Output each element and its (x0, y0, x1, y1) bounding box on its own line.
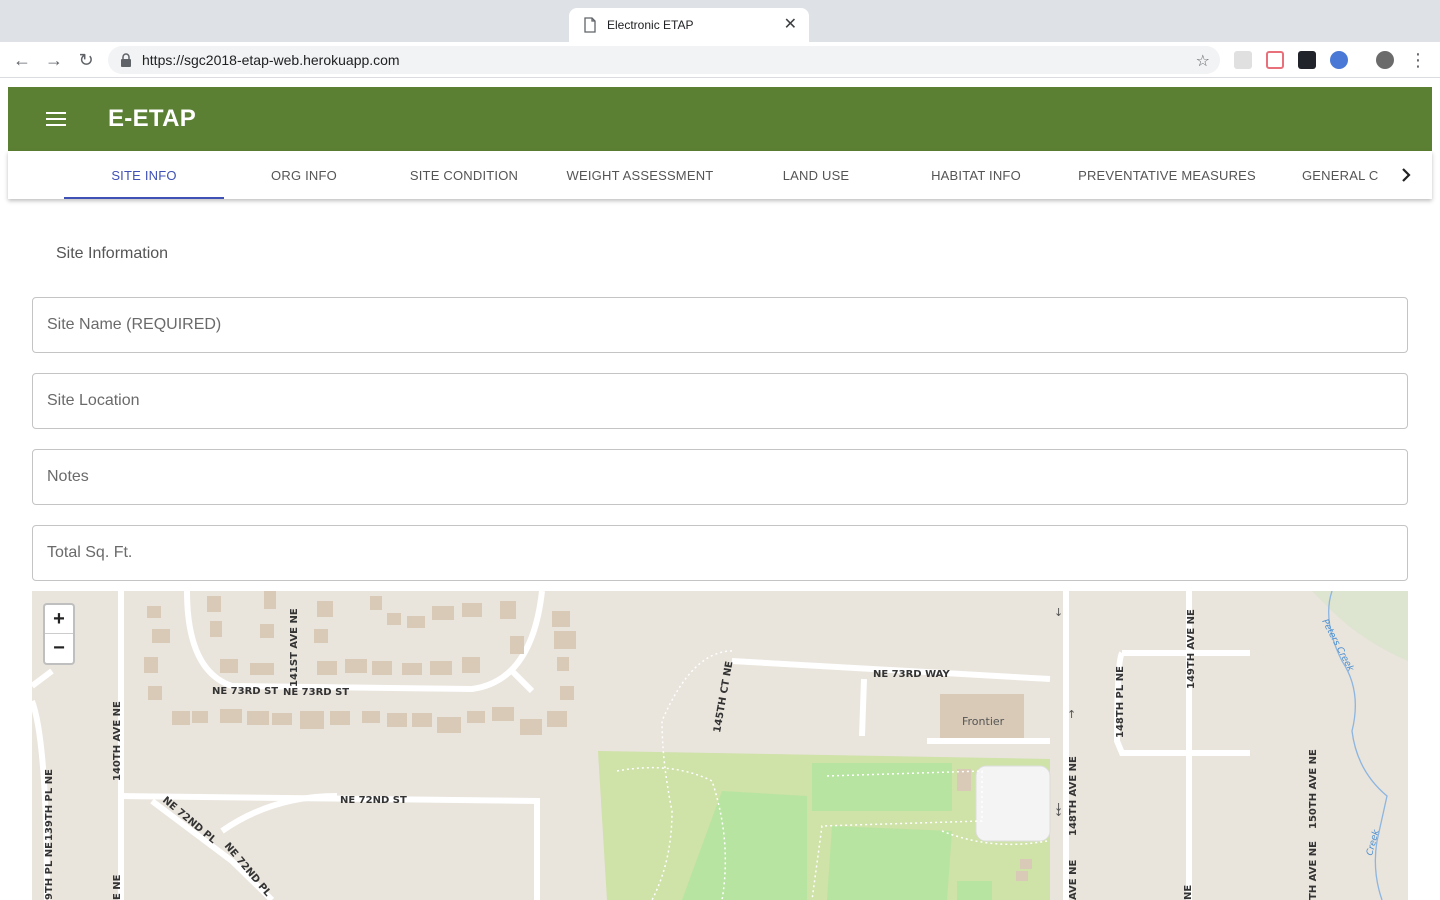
parking-lot (975, 765, 1051, 842)
back-icon[interactable]: ← (12, 50, 32, 70)
extension-icon[interactable] (1330, 51, 1348, 69)
oneway-arrow: ↓ (1054, 606, 1063, 619)
section-tabs: SITE INFO ORG INFO SITE CONDITION WEIGHT… (8, 151, 1432, 199)
avatar[interactable] (1376, 51, 1394, 69)
street-label: 145TH CT NE (712, 660, 735, 733)
street-label: NE 73RD WAY (873, 669, 950, 680)
site-name-input[interactable] (32, 297, 1408, 353)
browser-tab-title: Electronic ETAP (607, 18, 694, 32)
scroll-tabs-right-button[interactable] (1380, 151, 1432, 199)
tab-weight-assessment[interactable]: WEIGHT ASSESSMENT (544, 151, 736, 199)
street-label: 141ST AVE NE (289, 608, 300, 687)
street-label: AVE NE (1068, 860, 1079, 900)
tab-preventative-measures[interactable]: PREVENTATIVE MEASURES (1056, 151, 1278, 199)
address-bar[interactable]: https://sgc2018-etap-web.herokuapp.com ☆ (108, 46, 1220, 74)
section-title: Site Information (56, 245, 169, 262)
map-zoom-control: + − (43, 603, 75, 665)
creek-label: Creek (1365, 828, 1382, 857)
street-label: NE 73RD ST (212, 686, 278, 697)
zoom-out-button[interactable]: − (45, 634, 73, 663)
tab-org-info[interactable]: ORG INFO (224, 151, 384, 199)
app-bar: E-ETAP (8, 87, 1432, 151)
street-label: NE (1183, 885, 1194, 900)
bookmark-star-icon[interactable]: ☆ (1196, 51, 1210, 71)
browser-tab[interactable]: Electronic ETAP ✕ (569, 8, 809, 42)
street-label: 9TH PL NE (44, 842, 55, 900)
reload-icon[interactable]: ↻ (76, 50, 96, 70)
street-label: NE 72ND ST (340, 795, 407, 806)
total-sqft-input[interactable] (32, 525, 1408, 581)
react-devtools-icon[interactable] (1298, 51, 1316, 69)
site-map[interactable]: ↓ ↑ ↓ ↓ NE 73RD ST NE 73RD ST NE 73RD WA… (32, 591, 1408, 900)
sports-field (957, 881, 992, 900)
browser-toolbar: ← → ↻ https://sgc2018-etap-web.herokuapp… (0, 42, 1440, 78)
forward-icon[interactable]: → (44, 50, 64, 70)
street-label: 149TH AVE NE (1186, 609, 1197, 689)
street-label: 148TH PL NE (1115, 666, 1126, 738)
extension-icon[interactable] (1234, 51, 1252, 69)
menu-kebab-icon[interactable]: ⋮ (1408, 50, 1428, 70)
tab-site-info[interactable]: SITE INFO (64, 151, 224, 199)
zoom-in-button[interactable]: + (45, 605, 73, 634)
tab-land-use[interactable]: LAND USE (736, 151, 896, 199)
street-label: 140TH AVE NE (112, 701, 123, 781)
street-label: E NE (112, 874, 123, 900)
sports-field (827, 826, 952, 900)
street-label: 150TH AVE NE (1308, 749, 1319, 829)
chevron-right-icon (1402, 168, 1411, 182)
app-title: E-ETAP (108, 105, 197, 132)
oneway-arrow: ↑ (1067, 708, 1076, 721)
browser-tab-strip: Electronic ETAP ✕ (0, 0, 1440, 42)
oneway-arrow: ↓ (1054, 801, 1063, 814)
map-tiles: ↓ ↑ ↓ ↓ NE 73RD ST NE 73RD ST NE 73RD WA… (32, 591, 1408, 900)
street-label: NE 72ND PL (160, 795, 218, 847)
street-label: NE 73RD ST (283, 687, 349, 698)
document-icon (584, 17, 596, 33)
tab-habitat-info[interactable]: HABITAT INFO (896, 151, 1056, 199)
sports-field (812, 763, 952, 811)
close-tab-icon[interactable]: ✕ (784, 17, 797, 33)
hamburger-menu-icon[interactable] (46, 112, 66, 126)
url-text: https://sgc2018-etap-web.herokuapp.com (142, 52, 400, 68)
tab-site-condition[interactable]: SITE CONDITION (384, 151, 544, 199)
site-location-input[interactable] (32, 373, 1408, 429)
notes-input[interactable] (32, 449, 1408, 505)
street-label: 148TH AVE NE (1068, 756, 1079, 836)
street-label: 139TH PL NE (44, 769, 55, 841)
street-label: TH AVE NE (1308, 841, 1319, 900)
street-label: NE 72ND PL (222, 841, 274, 899)
lock-icon (121, 53, 131, 67)
poi-label: Frontier (962, 715, 1005, 728)
extension-icon[interactable] (1266, 51, 1284, 69)
